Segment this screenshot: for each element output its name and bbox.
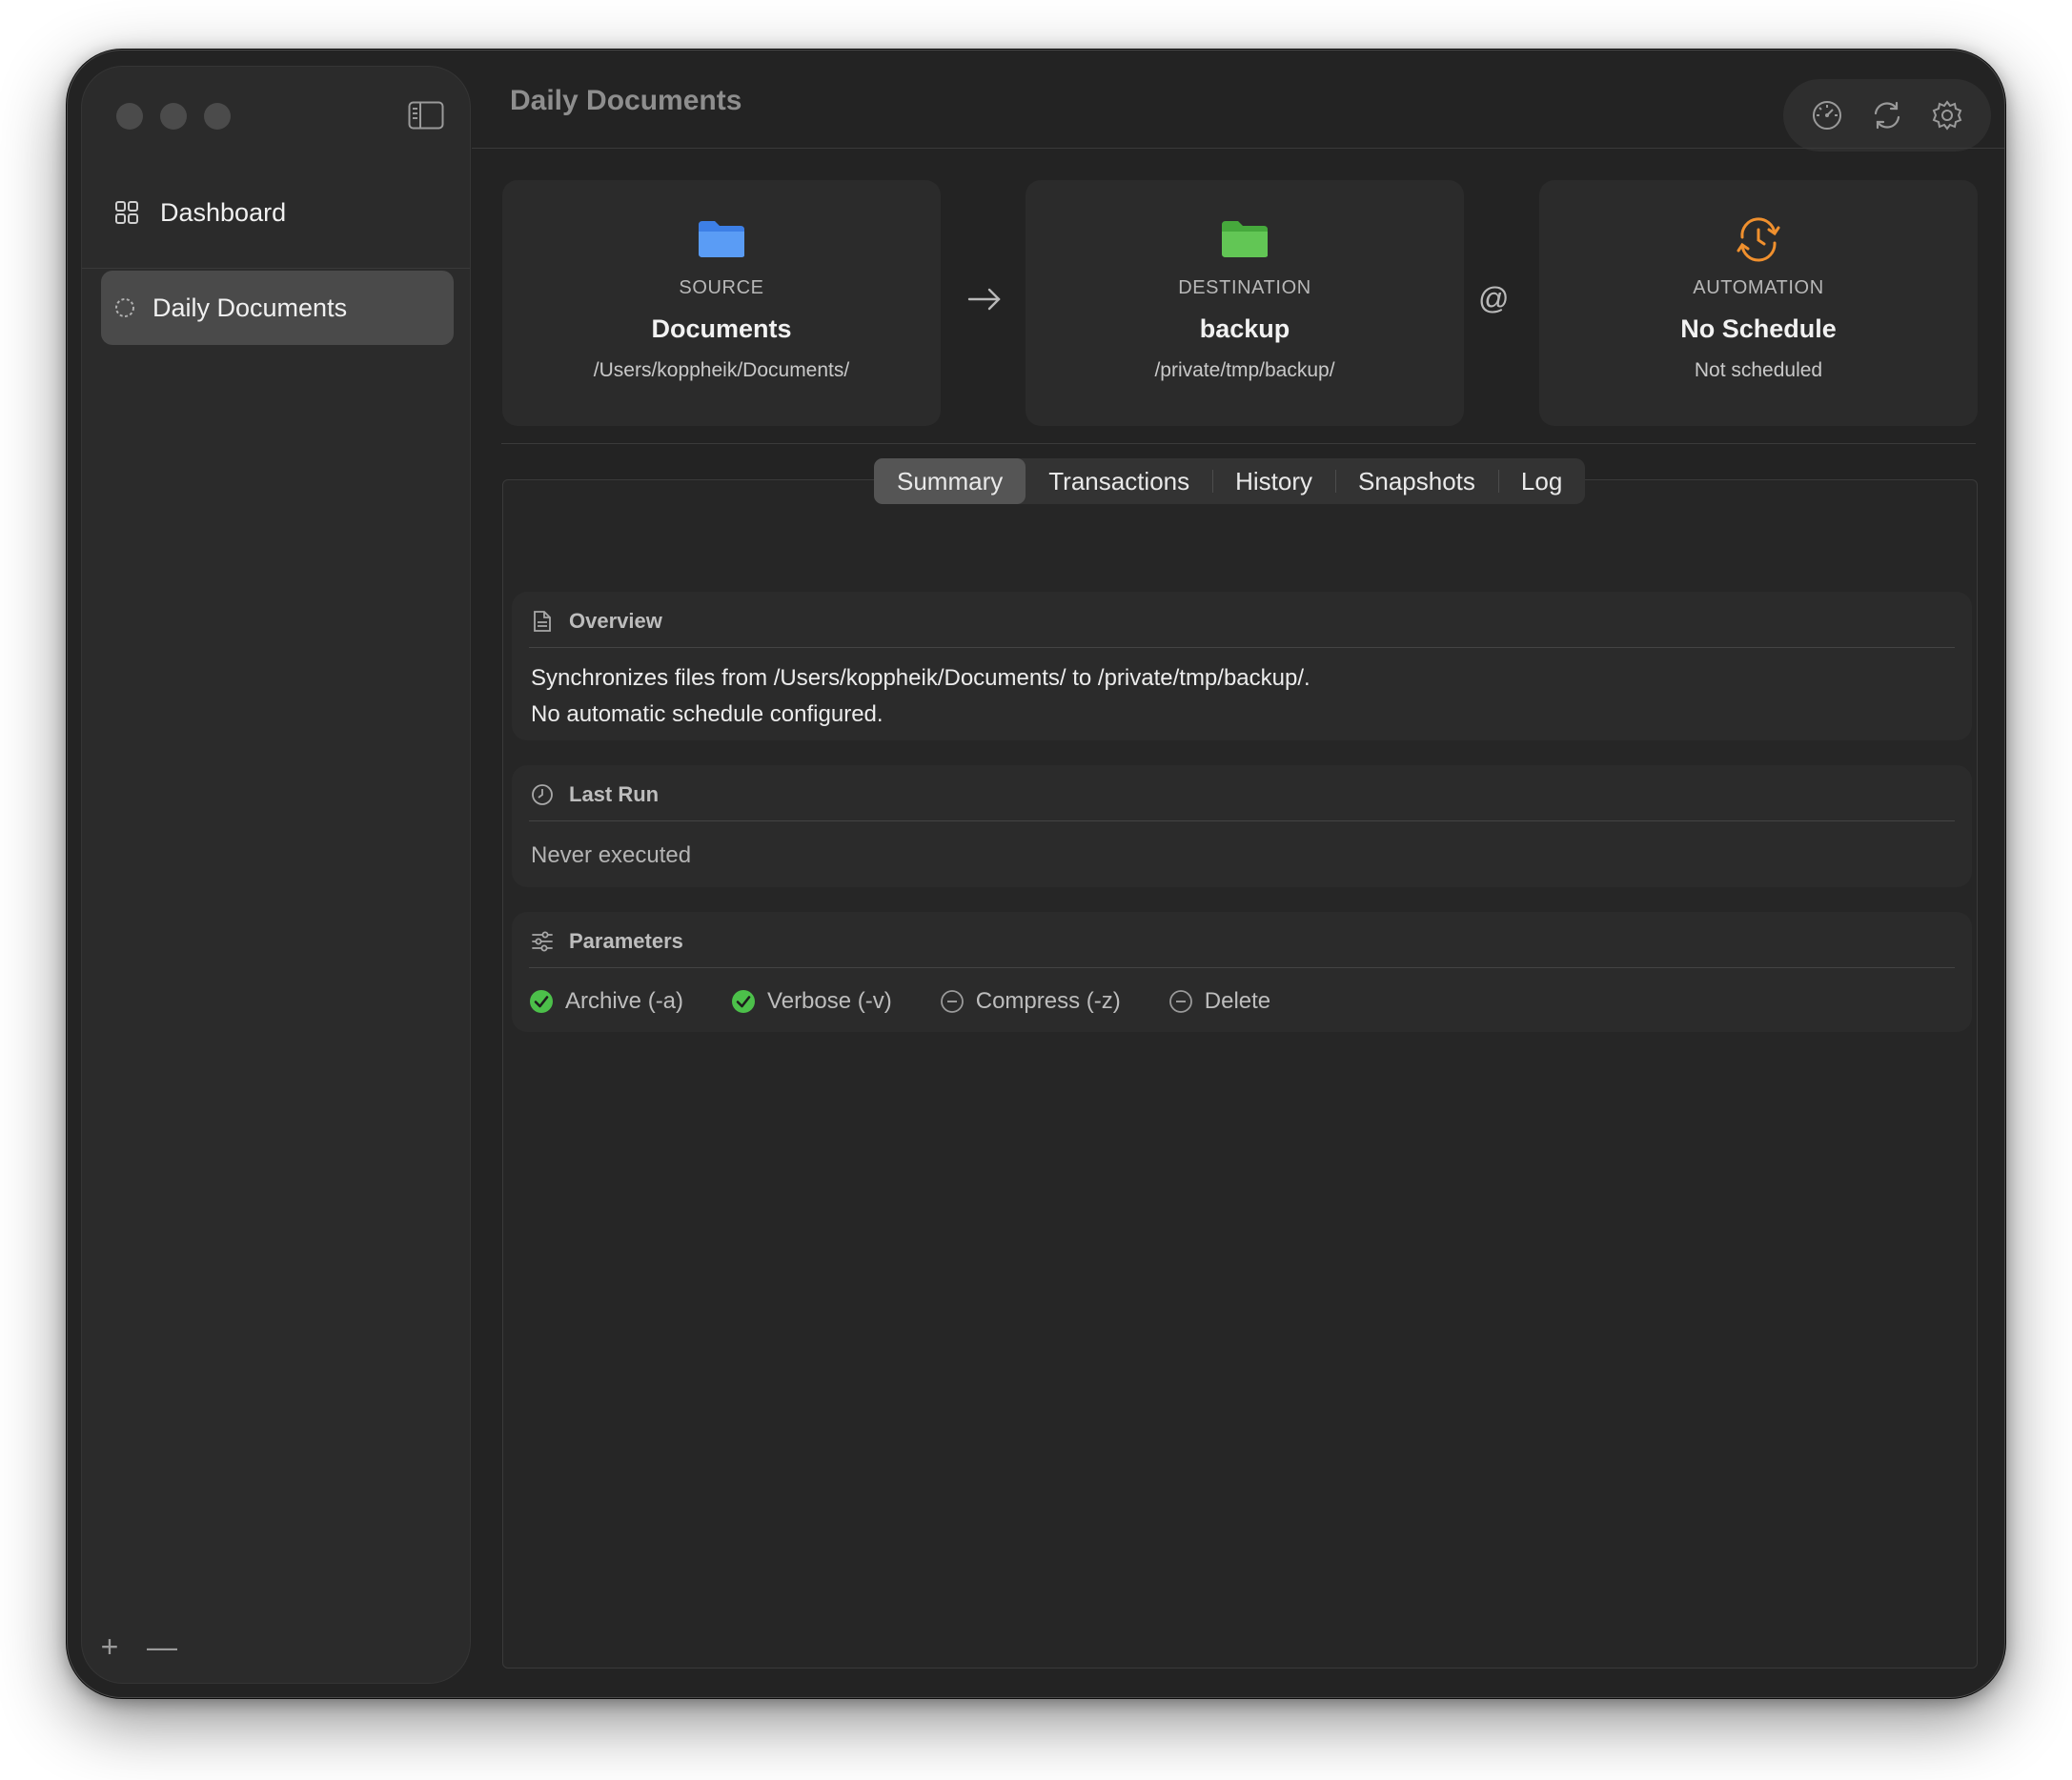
- arrow-right-icon: [965, 285, 1004, 314]
- param-label: Compress (-z): [975, 988, 1121, 1014]
- cards-divider: [501, 443, 1976, 444]
- overview-title: Overview: [569, 609, 662, 633]
- gauge-icon[interactable]: [1810, 98, 1844, 132]
- sidebar-toggle-icon[interactable]: [408, 101, 444, 130]
- zoom-window-button[interactable]: [204, 103, 231, 130]
- parameters-list: Archive (-a) Verbose (-v) Compress (-z) …: [529, 988, 1318, 1015]
- parameters-section: Parameters Archive (-a) Verbose (-v) Com…: [512, 912, 1972, 1032]
- tab-snapshots[interactable]: Snapshots: [1335, 458, 1498, 504]
- param-archive: Archive (-a): [529, 988, 683, 1015]
- last-run-header: Last Run: [531, 782, 659, 807]
- folder-icon: [1220, 218, 1270, 260]
- source-path: /Users/koppheik/Documents/: [593, 359, 850, 381]
- overview-header: Overview: [531, 609, 662, 634]
- section-divider: [529, 967, 1955, 968]
- tab-history[interactable]: History: [1212, 458, 1335, 504]
- add-job-button[interactable]: +: [97, 1631, 122, 1662]
- section-divider: [529, 820, 1955, 821]
- automation-name: No Schedule: [1680, 314, 1837, 343]
- destination-card[interactable]: DESTINATION backup /private/tmp/backup/: [1026, 180, 1464, 426]
- page-title: Daily Documents: [510, 85, 742, 116]
- parameters-title: Parameters: [569, 929, 683, 953]
- at-symbol: @: [1478, 281, 1510, 315]
- minimize-window-button[interactable]: [160, 103, 187, 130]
- sidebar-item-label: Daily Documents: [152, 293, 348, 322]
- destination-path: /private/tmp/backup/: [1154, 359, 1335, 381]
- toolbar: [1783, 79, 1991, 152]
- toolbar-divider: [472, 148, 2004, 149]
- grid-icon: [114, 200, 139, 225]
- param-label: Archive (-a): [565, 988, 684, 1014]
- tab-log[interactable]: Log: [1497, 458, 1585, 504]
- minus-circle-icon: [940, 989, 965, 1014]
- source-name: Documents: [651, 314, 792, 343]
- last-run-section: Last Run Never executed: [512, 765, 1972, 887]
- sidebar-item-label: Dashboard: [160, 197, 287, 227]
- circle-dashed-icon: [112, 295, 137, 320]
- source-caption: SOURCE: [679, 277, 764, 298]
- param-verbose: Verbose (-v): [731, 988, 892, 1015]
- overview-line: Synchronizes files from /Users/koppheik/…: [531, 665, 1310, 691]
- close-window-button[interactable]: [116, 103, 143, 130]
- tab-summary[interactable]: Summary: [874, 458, 1026, 504]
- clock-icon: [531, 783, 554, 806]
- last-run-value: Never executed: [531, 842, 692, 868]
- overview-line: No automatic schedule configured.: [531, 701, 884, 727]
- sliders-icon: [531, 930, 554, 953]
- app-window: Dashboard Daily Documents + — Daily Docu…: [67, 50, 2005, 1698]
- automation-status: Not scheduled: [1694, 359, 1823, 381]
- param-compress: Compress (-z): [940, 988, 1121, 1015]
- document-icon: [531, 610, 554, 633]
- sync-icon[interactable]: [1870, 98, 1904, 132]
- tab-bar: Summary Transactions History Snapshots L…: [874, 458, 1586, 504]
- param-label: Verbose (-v): [767, 988, 892, 1014]
- destination-caption: DESTINATION: [1178, 277, 1311, 298]
- gear-icon[interactable]: [1930, 98, 1964, 132]
- param-label: Delete: [1204, 988, 1271, 1014]
- sidebar: Dashboard Daily Documents + —: [81, 66, 471, 1684]
- sidebar-footer: + —: [97, 1631, 177, 1662]
- sidebar-item-dashboard[interactable]: Dashboard: [101, 179, 454, 246]
- folder-icon: [697, 218, 746, 260]
- window-controls: [116, 103, 231, 130]
- destination-name: backup: [1199, 314, 1290, 343]
- overview-section: Overview Synchronizes files from /Users/…: [512, 592, 1972, 740]
- parameters-header: Parameters: [531, 929, 683, 954]
- automation-caption: AUTOMATION: [1693, 277, 1824, 298]
- remove-job-button[interactable]: —: [147, 1631, 177, 1662]
- sidebar-item-daily-documents[interactable]: Daily Documents: [101, 271, 454, 345]
- param-delete: Delete: [1168, 988, 1270, 1015]
- checkmark-circle-icon: [731, 989, 756, 1014]
- minus-circle-icon: [1168, 989, 1193, 1014]
- sidebar-divider: [82, 268, 470, 269]
- last-run-title: Last Run: [569, 782, 660, 806]
- section-divider: [529, 647, 1955, 648]
- checkmark-circle-icon: [529, 989, 554, 1014]
- source-card[interactable]: SOURCE Documents /Users/koppheik/Documen…: [502, 180, 941, 426]
- clock-history-icon: [1733, 217, 1784, 262]
- overview-text: Synchronizes files from /Users/koppheik/…: [531, 660, 1310, 733]
- automation-card[interactable]: AUTOMATION No Schedule Not scheduled: [1539, 180, 1978, 426]
- tab-transactions[interactable]: Transactions: [1026, 458, 1212, 504]
